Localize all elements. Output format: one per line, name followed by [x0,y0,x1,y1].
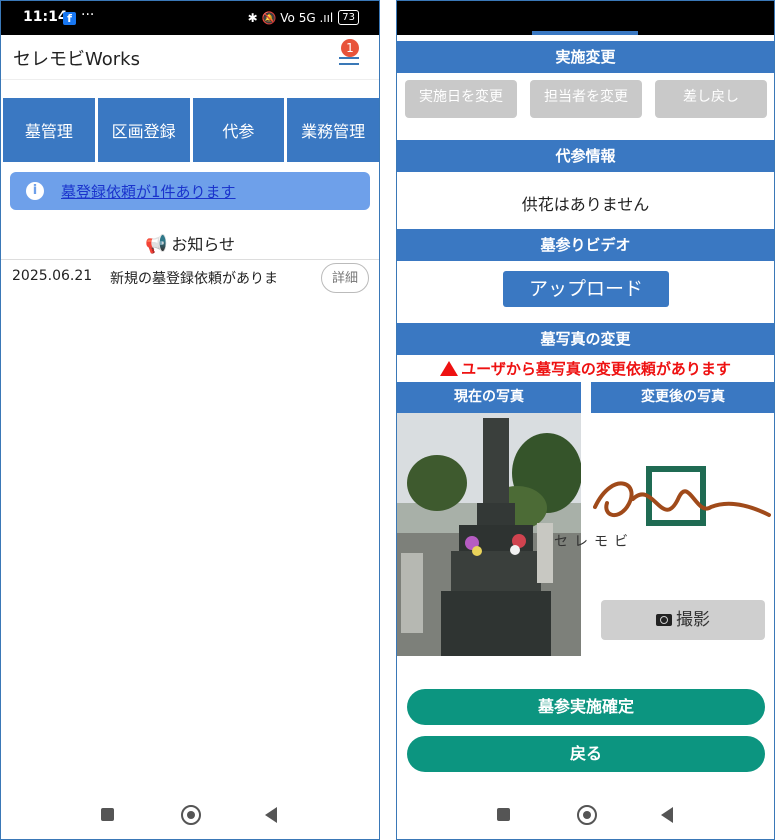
tile-plot-registration[interactable]: 区画登録 [97,98,190,162]
status-icons-text: ✱ 🔕 Vo 5G .ııl [247,10,334,25]
facebook-icon: f [63,12,76,25]
app-title: セレモビWorks [13,49,140,70]
phone-screen-right: 実施変更 実施日を変更 担当者を変更 差し戻し 代参情報 供花はありません 墓参… [396,0,775,840]
logo-text: セレモビ [554,534,634,550]
info-icon: i [26,182,44,200]
list-item: 2025.06.21 新規の墓登録依頼がありま 詳細 [1,260,379,298]
section-visit-video: 墓参りビデオ [397,229,774,261]
megaphone-icon: 📢 [144,234,168,255]
detail-button[interactable]: 詳細 [321,263,369,293]
section-proxy-info: 代参情報 [397,140,774,172]
status-bar [397,1,774,35]
photo-change-warning: ユーザから墓写真の変更依頼があります [397,358,774,379]
upload-button[interactable]: アップロード [503,271,669,307]
tile-business-management[interactable]: 業務管理 [287,98,379,162]
news-heading: 📢 お知らせ [1,231,379,255]
notice-banner: i 墓登録依頼が1件あります [10,172,370,210]
status-time: 11:14 [23,9,68,25]
grave-request-link[interactable]: 墓登録依頼が1件あります [61,181,236,202]
system-nav-bar [397,789,774,839]
phone-screen-left: 11:14 f ··· ✱ 🔕 Vo 5G .ııl 73 セレモビWorks … [0,0,380,840]
battery-icon: 73 [338,10,359,25]
back-icon[interactable] [661,807,673,823]
more-notifications-icon: ··· [81,7,95,23]
system-nav-bar [1,789,379,839]
back-icon[interactable] [265,807,277,823]
confirm-visit-button[interactable]: 墓参実施確定 [407,689,765,725]
tile-grave-management[interactable]: 墓管理 [3,98,95,162]
new-photo-heading: 変更後の写真 [591,382,774,413]
app-header: セレモビWorks 1 [1,35,379,80]
back-button[interactable]: 戻る [407,736,765,772]
change-date-button[interactable]: 実施日を変更 [405,80,517,118]
current-photo-heading: 現在の写真 [397,382,581,413]
warning-text: ユーザから墓写真の変更依頼があります [461,360,731,378]
news-date: 2025.06.21 [12,268,93,284]
status-bar: 11:14 f ··· ✱ 🔕 Vo 5G .ııl 73 [1,1,379,35]
change-staff-button[interactable]: 担当者を変更 [530,80,642,118]
shoot-button[interactable]: 撮影 [601,600,765,640]
offering-status: 供花はありません [521,195,650,214]
notification-badge[interactable]: 1 [341,39,359,57]
home-icon[interactable] [181,805,201,825]
status-icons: ✱ 🔕 Vo 5G .ııl 73 [248,10,359,25]
camera-icon [656,614,672,626]
news-text: 新規の墓登録依頼がありま [110,271,278,287]
recent-apps-icon[interactable] [101,808,114,821]
tile-proxy-visit[interactable]: 代参 [192,98,285,162]
scroll-peek-bar [532,31,638,35]
recent-apps-icon[interactable] [497,808,510,821]
news-heading-text: お知らせ [171,235,236,254]
section-photo-change: 墓写真の変更 [397,323,774,355]
shoot-button-label: 撮影 [676,610,710,630]
main-menu-tiles: 墓管理 区画登録 代参 業務管理 [3,98,379,162]
home-icon[interactable] [577,805,597,825]
return-button[interactable]: 差し戻し [655,80,767,118]
warning-icon [440,361,459,376]
section-implementation-change: 実施変更 [397,41,774,73]
